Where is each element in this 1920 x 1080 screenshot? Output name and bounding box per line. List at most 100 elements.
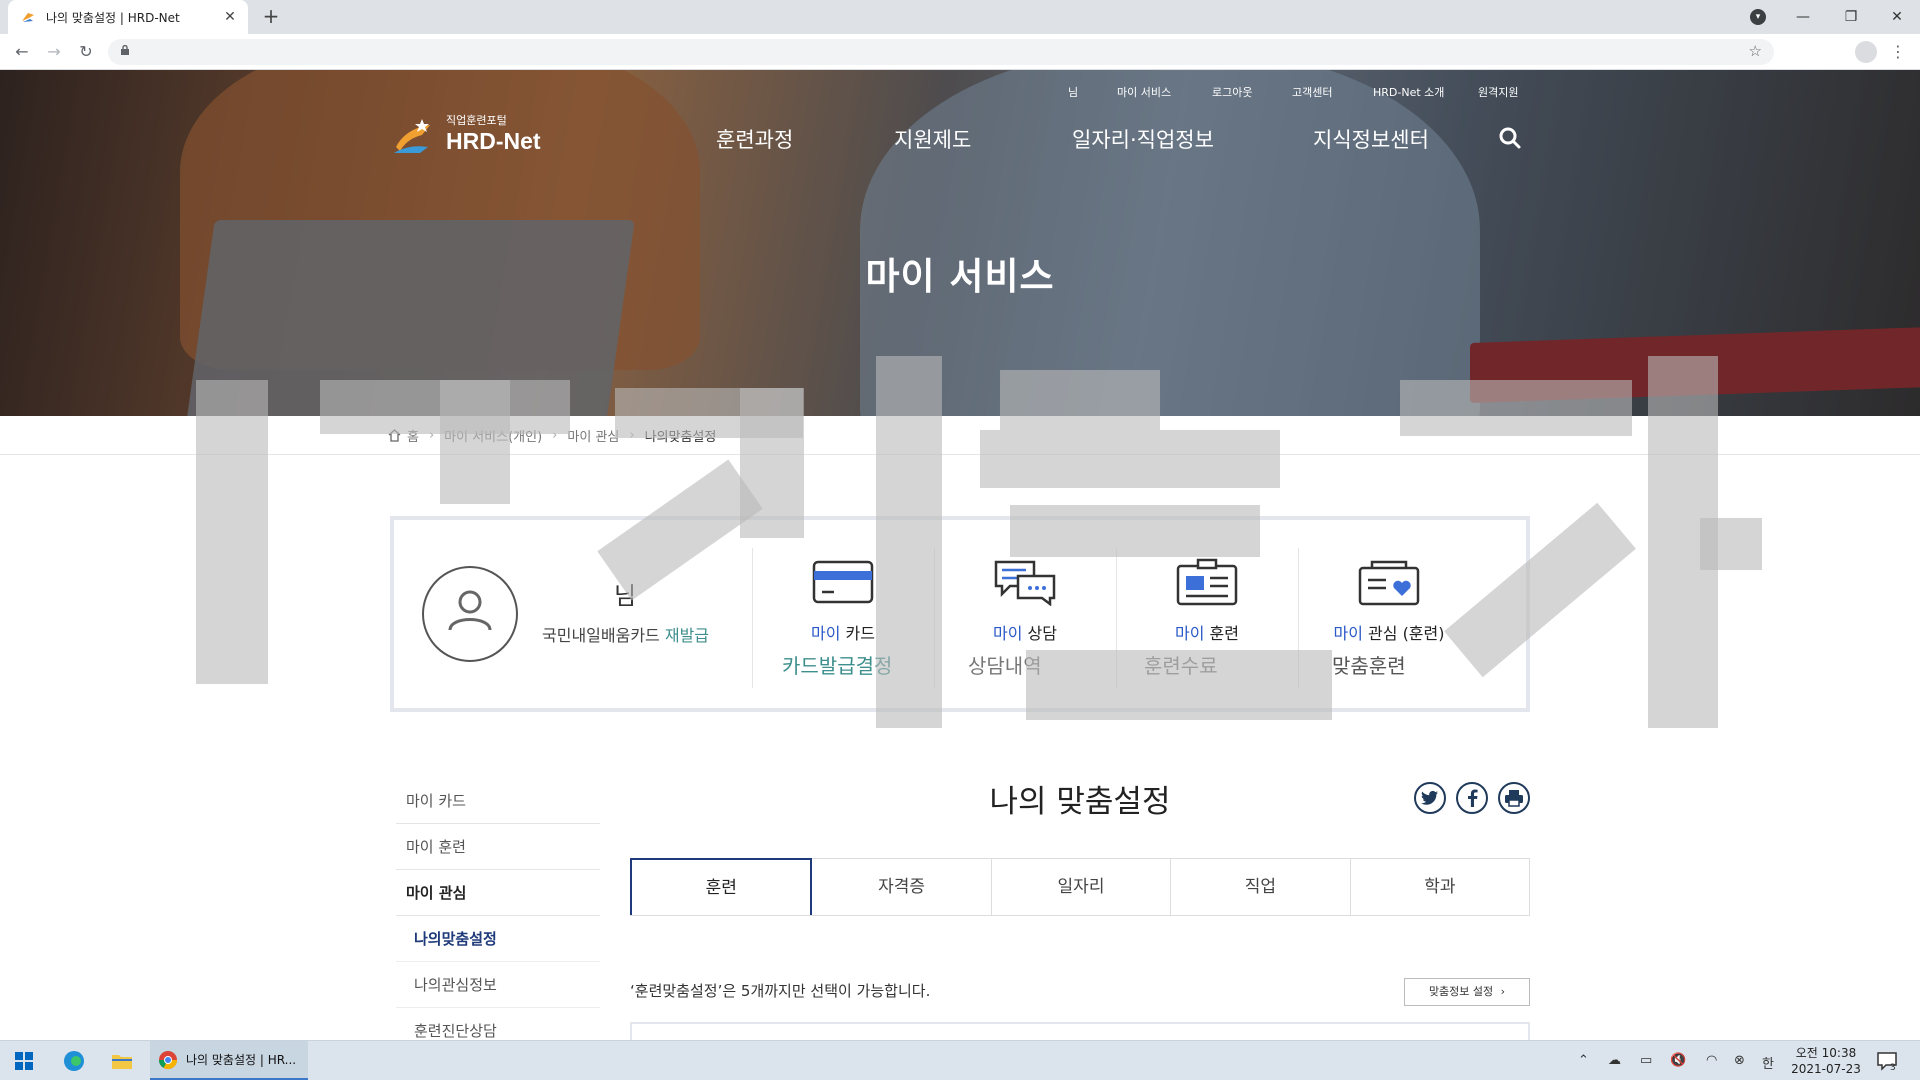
breadcrumb-my-service[interactable]: 마이 서비스(개인) — [444, 426, 542, 445]
breadcrumb-my-interest[interactable]: 마이 관심 — [567, 426, 619, 445]
tab-title: 나의 맞춤설정 | HRD-Net — [46, 10, 180, 25]
sidebar-nav: 마이 카드 마이 훈련 마이 관심 나의맞춤설정 나의관심정보 훈련진단상담 — [396, 778, 600, 1054]
chevron-right-icon: › — [552, 427, 558, 443]
forward-arrow-icon[interactable]: → — [44, 42, 64, 62]
ime-indicator[interactable]: 한 — [1762, 1053, 1774, 1072]
breadcrumb-home[interactable]: 홈 — [407, 426, 419, 445]
windows-start-icon[interactable] — [12, 1049, 36, 1073]
util-remote-support-link[interactable]: 원격지원 — [1478, 84, 1518, 100]
tab-close-icon[interactable]: ✕ — [222, 9, 238, 25]
tab-search-icon[interactable]: ▾ — [1750, 9, 1766, 25]
util-my-service-link[interactable]: 마이 서비스 — [1117, 84, 1171, 100]
onedrive-icon[interactable]: ☁ — [1608, 1053, 1621, 1068]
user-avatar — [422, 566, 518, 662]
notification-count: 3 — [1890, 1063, 1896, 1073]
chevron-right-icon: › — [428, 427, 435, 443]
lock-icon — [121, 45, 129, 55]
util-customer-center-link[interactable]: 고객센터 — [1292, 84, 1332, 100]
home-icon[interactable] — [388, 428, 401, 442]
restore-button[interactable]: ❐ — [1828, 0, 1874, 34]
reload-icon[interactable]: ↻ — [76, 42, 96, 62]
facebook-icon — [1468, 789, 1478, 807]
tab-certificate[interactable]: 자격증 — [812, 859, 992, 915]
util-about-link[interactable]: HRD-Net 소개 — [1373, 84, 1444, 100]
util-logout-link[interactable]: 로그아웃 — [1212, 84, 1252, 100]
browser-tab-bar: 나의 맞춤설정 | HRD-Net ✕ + ▾ — ❐ ✕ — [0, 0, 1920, 34]
taskbar-chrome-app[interactable]: 나의 맞춤설정 | HR... — [150, 1041, 308, 1080]
tab-training[interactable]: 훈련 — [630, 858, 813, 915]
url-input[interactable]: ☆ — [108, 39, 1774, 65]
interest-status[interactable]: 맞춤훈련 — [1332, 650, 1406, 679]
hrd-logo-icon — [394, 118, 430, 153]
hero-title: 마이 서비스 — [865, 255, 1055, 298]
training-status[interactable]: 훈련수료 — [1144, 650, 1218, 679]
minimize-button[interactable]: — — [1780, 0, 1826, 34]
nav-support-system[interactable]: 지원제도 — [894, 124, 971, 154]
chevron-right-icon: › — [629, 427, 635, 443]
window-close-button[interactable]: ✕ — [1874, 0, 1920, 34]
util-user-name: 님 — [1068, 86, 1079, 99]
sidebar-subitem-custom-settings[interactable]: 나의맞춤설정 — [396, 916, 600, 962]
profile-avatar-icon[interactable] — [1855, 41, 1877, 63]
battery-icon[interactable]: ▭ — [1640, 1053, 1652, 1068]
sidebar-subitem-interest-info[interactable]: 나의관심정보 — [396, 962, 600, 1008]
settings-content-box — [630, 1022, 1530, 1042]
selection-limit-notice: ‘훈련맞춤설정’은 5개까지만 선택이 가능합니다. — [630, 982, 931, 1000]
chevron-up-icon[interactable]: ⌃ — [1578, 1053, 1589, 1068]
browser-tab[interactable]: 나의 맞춤설정 | HRD-Net ✕ — [8, 0, 248, 34]
my-counseling-link[interactable]: 마이 상담 — [940, 558, 1110, 644]
windows-taskbar: 나의 맞춤설정 | HR... ⌃ ☁ ▭ 🔇 ◠ ⊗ 한 오전 10:38 2… — [0, 1040, 1920, 1080]
card-status[interactable]: 카드발급결정 — [782, 650, 892, 679]
volume-muted-icon[interactable]: 🔇 — [1670, 1053, 1686, 1068]
hrd-favicon-icon — [22, 13, 34, 22]
tab-jobs[interactable]: 일자리 — [992, 859, 1172, 915]
search-icon[interactable] — [1498, 126, 1522, 150]
file-explorer-icon[interactable] — [110, 1049, 134, 1073]
sidebar-item-my-training[interactable]: 마이 훈련 — [396, 824, 600, 870]
twitter-icon — [1421, 790, 1438, 805]
sidebar-item-my-interest[interactable]: 마이 관심 — [396, 870, 600, 916]
browser-menu-icon[interactable]: ⋮ — [1890, 42, 1906, 61]
print-button[interactable] — [1498, 782, 1530, 814]
breadcrumb: 홈 › 마이 서비스(개인) › 마이 관심 › 나의맞춤설정 — [388, 424, 716, 446]
clock[interactable]: 오전 10:38 2021-07-23 — [1786, 1045, 1866, 1077]
my-interest-link[interactable]: 마이 관심 (훈련) — [1304, 558, 1474, 644]
new-tab-button[interactable]: + — [258, 4, 284, 30]
profile-summary-box: 님 국민내일배움카드 재발급 마이 카드 카드발급결정 마이 상담 상담내역 마… — [390, 516, 1530, 712]
my-training-link[interactable]: 마이 훈련 — [1122, 558, 1292, 644]
credit-card-icon — [812, 560, 874, 604]
wifi-icon[interactable]: ◠ — [1706, 1053, 1717, 1068]
user-icon — [448, 590, 492, 631]
print-icon — [1505, 790, 1523, 807]
nav-knowledge-center[interactable]: 지식정보센터 — [1313, 124, 1429, 154]
user-name: 님 — [614, 582, 637, 610]
chrome-icon — [159, 1050, 177, 1069]
facebook-share-button[interactable] — [1456, 782, 1488, 814]
my-card-link[interactable]: 마이 카드 — [758, 558, 928, 644]
counseling-status[interactable]: 상담내역 — [968, 650, 1042, 679]
taskbar-app-label: 나의 맞춤설정 | HR... — [186, 1053, 297, 1067]
hero-banner — [0, 70, 1920, 416]
logo-subtitle: 직업훈련포털 — [446, 114, 507, 127]
back-arrow-icon[interactable]: ← — [12, 42, 32, 62]
clock-time: 오전 10:38 — [1795, 1046, 1857, 1060]
tab-occupation[interactable]: 직업 — [1171, 859, 1351, 915]
no-internet-icon[interactable]: ⊗ — [1734, 1053, 1745, 1068]
category-tabs: 훈련 자격증 일자리 직업 학과 — [630, 858, 1530, 916]
nav-training-courses[interactable]: 훈련과정 — [716, 124, 793, 154]
nav-job-info[interactable]: 일자리·직업정보 — [1072, 124, 1214, 154]
twitter-share-button[interactable] — [1414, 782, 1446, 814]
chevron-right-icon: › — [1500, 985, 1506, 998]
breadcrumb-current: 나의맞춤설정 — [644, 429, 717, 445]
bookmark-star-icon[interactable]: ☆ — [1749, 42, 1762, 60]
breadcrumb-divider — [0, 454, 1920, 455]
tab-major[interactable]: 학과 — [1351, 859, 1529, 915]
sidebar-item-my-card[interactable]: 마이 카드 — [396, 778, 600, 824]
chat-bubbles-icon — [994, 560, 1056, 606]
card-type-label: 국민내일배움카드 — [542, 626, 660, 645]
edge-icon[interactable] — [62, 1049, 86, 1073]
heart-folder-icon — [1358, 560, 1420, 606]
card-type: 국민내일배움카드 재발급 — [542, 622, 709, 646]
custom-info-settings-button[interactable]: 맞춤정보 설정 › — [1404, 978, 1530, 1006]
site-logo[interactable]: 직업훈련포털 HRD-Net — [392, 114, 541, 155]
